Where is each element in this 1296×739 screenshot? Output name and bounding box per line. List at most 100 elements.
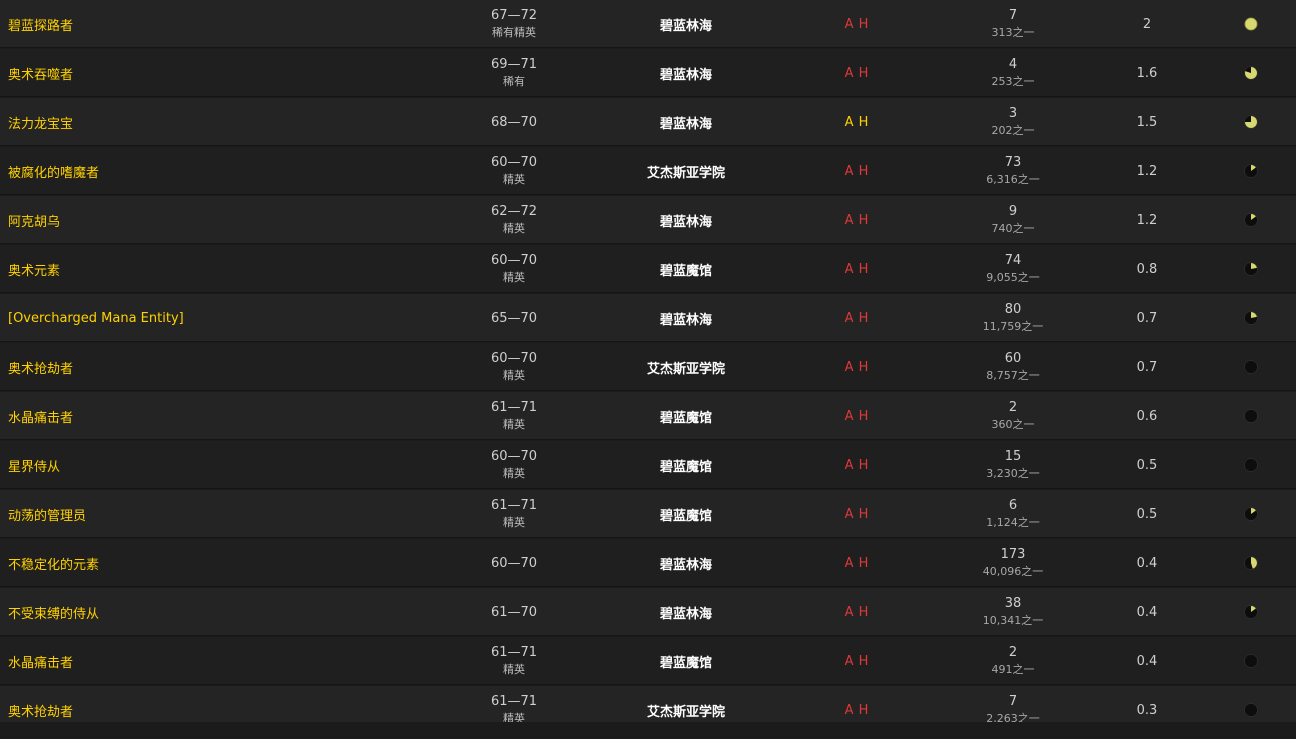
level-range: 61—71 [490, 694, 538, 709]
npc-name-link[interactable]: 碧蓝探路者 [8, 0, 73, 48]
reaction-alliance: A [844, 653, 855, 669]
npc-name-link[interactable]: 被腐化的嗜魔者 [8, 147, 99, 195]
table-row[interactable]: 法力龙宝宝 68—70 碧蓝林海 A H 3 202之一 1.5 [0, 98, 1296, 146]
table-row[interactable]: 碧蓝探路者 67—72 稀有精英 碧蓝林海 A H 7 313之一 2 [0, 0, 1296, 48]
drop-chance-pie-icon [1236, 0, 1266, 48]
reaction-horde: H [858, 114, 870, 130]
zone-link[interactable]: 碧蓝林海 [610, 0, 762, 48]
npc-name: 奥术抢劫者 [8, 704, 74, 720]
zone-name: 碧蓝林海 [659, 312, 712, 328]
pie-chart-icon [1244, 605, 1258, 619]
npc-name-link[interactable]: 奥术吞噬者 [8, 49, 73, 97]
reaction-pair: A H [845, 703, 870, 718]
npc-name-link[interactable]: [Overcharged Mana Entity] [8, 294, 184, 342]
level-range: 61—71 [490, 645, 538, 660]
drop-total: 740之一 [991, 222, 1035, 235]
zone-link[interactable]: 艾杰斯亚学院 [610, 343, 762, 391]
npc-classification: 精英 [503, 369, 525, 382]
npc-classification: 精英 [503, 271, 525, 284]
reaction-pair: A H [845, 360, 870, 375]
table-row[interactable]: 动荡的管理员 61—71 精英 碧蓝魔馆 A H 6 1,124之一 0.5 [0, 490, 1296, 538]
npc-name-link[interactable]: 水晶痛击者 [8, 637, 73, 685]
drop-count: 2 [1008, 645, 1018, 660]
npc-name-link[interactable]: 奥术抢劫者 [8, 343, 73, 391]
npc-name-link[interactable]: 动荡的管理员 [8, 490, 86, 538]
reaction-pair: A H [845, 17, 870, 32]
drop-percent: 0.3 [1136, 702, 1158, 718]
npc-name-link[interactable]: 星界侍从 [8, 441, 60, 489]
drop-chance-pie-icon [1236, 588, 1266, 636]
pie-chart-icon [1244, 654, 1258, 668]
table-row[interactable]: 被腐化的嗜魔者 60—70 精英 艾杰斯亚学院 A H 73 6,316之一 1.2 [0, 147, 1296, 195]
level-cell: 60—70 精英 [440, 245, 588, 293]
reaction-alliance: A [844, 604, 855, 620]
level-cell: 69—71 稀有 [440, 49, 588, 97]
npc-name: 水晶痛击者 [8, 410, 74, 426]
npc-classification: 稀有 [503, 75, 525, 88]
count-cell: 73 6,316之一 [950, 147, 1076, 195]
table-row[interactable]: 星界侍从 60—70 精英 碧蓝魔馆 A H 15 3,230之一 0.5 [0, 441, 1296, 489]
zone-link[interactable]: 碧蓝林海 [610, 196, 762, 244]
zone-link[interactable]: 碧蓝魔馆 [610, 441, 762, 489]
drop-count: 60 [1004, 351, 1022, 366]
drop-total: 6,316之一 [986, 173, 1040, 186]
drop-total: 40,096之一 [982, 565, 1044, 578]
count-cell: 80 11,759之一 [950, 294, 1076, 342]
table-row[interactable]: 水晶痛击者 61—71 精英 碧蓝魔馆 A H 2 360之一 0.6 [0, 392, 1296, 440]
npc-name: 奥术元素 [8, 263, 61, 279]
table-row[interactable]: [Overcharged Mana Entity] 65—70 碧蓝林海 A H 80 1… [0, 294, 1296, 342]
npc-name-link[interactable]: 水晶痛击者 [8, 392, 73, 440]
npc-name-link[interactable]: 法力龙宝宝 [8, 98, 73, 146]
zone-link[interactable]: 碧蓝魔馆 [610, 245, 762, 293]
table-row[interactable]: 阿克胡乌 62—72 精英 碧蓝林海 A H 9 740之一 1.2 [0, 196, 1296, 244]
reaction-horde: H [858, 163, 870, 179]
reaction-horde: H [858, 261, 870, 277]
zone-link[interactable]: 碧蓝魔馆 [610, 392, 762, 440]
zone-link[interactable]: 艾杰斯亚学院 [610, 147, 762, 195]
zone-link[interactable]: 碧蓝林海 [610, 98, 762, 146]
zone-link[interactable]: 碧蓝魔馆 [610, 637, 762, 685]
npc-classification: 精英 [503, 173, 525, 186]
drop-chance-pie-icon [1236, 539, 1266, 587]
level-cell: 67—72 稀有精英 [440, 0, 588, 48]
npc-name-link[interactable]: 不受束缚的侍从 [8, 588, 99, 636]
reaction-pair: A H [845, 556, 870, 571]
pie-chart-icon [1244, 66, 1258, 80]
drop-count: 9 [1008, 204, 1018, 219]
drop-count: 7 [1008, 694, 1018, 709]
npc-name-link[interactable]: 奥术元素 [8, 245, 60, 293]
table-row[interactable]: 奥术吞噬者 69—71 稀有 碧蓝林海 A H 4 253之一 1.6 [0, 49, 1296, 97]
npc-name-link[interactable]: 阿克胡乌 [8, 196, 60, 244]
zone-link[interactable]: 艾杰斯亚学院 [610, 686, 762, 722]
reaction-pair: A H [845, 66, 870, 81]
reaction-alliance: A [844, 702, 855, 718]
zone-link[interactable]: 碧蓝林海 [610, 49, 762, 97]
npc-name-link[interactable]: 不稳定化的元素 [8, 539, 99, 587]
table-row[interactable]: 奥术抢劫者 61—71 精英 艾杰斯亚学院 A H 7 2,263之一 0.3 [0, 686, 1296, 722]
drop-total: 1,124之一 [986, 516, 1040, 529]
zone-link[interactable]: 碧蓝魔馆 [610, 490, 762, 538]
table-row[interactable]: 水晶痛击者 61—71 精英 碧蓝魔馆 A H 2 491之一 0.4 [0, 637, 1296, 685]
npc-classification: 精英 [503, 516, 525, 529]
count-cell: 3 202之一 [950, 98, 1076, 146]
zone-link[interactable]: 碧蓝林海 [610, 539, 762, 587]
zone-link[interactable]: 碧蓝林海 [610, 294, 762, 342]
npc-table: 碧蓝探路者 67—72 稀有精英 碧蓝林海 A H 7 313之一 2 奥术吞噬者 69—71 稀有… [0, 0, 1296, 722]
table-row[interactable]: 奥术抢劫者 60—70 精英 艾杰斯亚学院 A H 60 8,757之一 0.7 [0, 343, 1296, 391]
npc-name-link[interactable]: 奥术抢劫者 [8, 686, 73, 722]
level-range: 60—70 [490, 253, 538, 268]
drop-total: 202之一 [991, 124, 1035, 137]
drop-count: 4 [1008, 57, 1018, 72]
zone-link[interactable]: 碧蓝林海 [610, 588, 762, 636]
count-cell: 2 491之一 [950, 637, 1076, 685]
zone-name: 碧蓝魔馆 [659, 508, 712, 524]
table-row[interactable]: 不受束缚的侍从 61—70 碧蓝林海 A H 38 10,341之一 0.4 [0, 588, 1296, 636]
reaction-horde: H [858, 16, 870, 32]
reaction-cell: A H [812, 147, 902, 195]
drop-chance-pie-icon [1236, 490, 1266, 538]
reaction-cell: A H [812, 49, 902, 97]
reaction-alliance: A [844, 212, 855, 228]
table-row[interactable]: 奥术元素 60—70 精英 碧蓝魔馆 A H 74 9,055之一 0.8 [0, 245, 1296, 293]
table-row[interactable]: 不稳定化的元素 60—70 碧蓝林海 A H 173 40,096之一 0.4 [0, 539, 1296, 587]
reaction-cell: A H [812, 343, 902, 391]
